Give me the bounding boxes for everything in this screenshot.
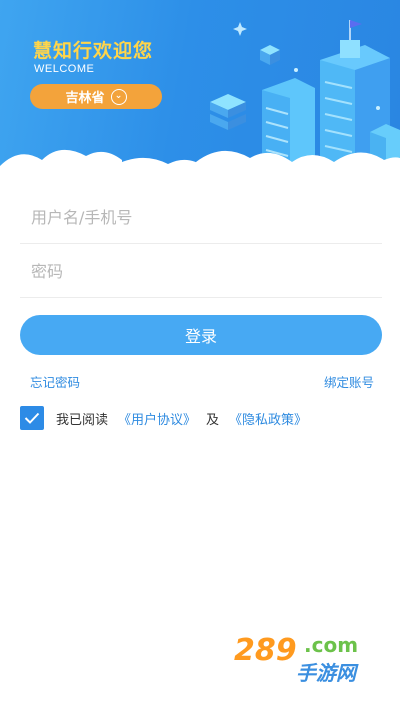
welcome-title: 慧知行欢迎您 bbox=[33, 40, 154, 62]
password-input[interactable] bbox=[29, 261, 382, 282]
login-button[interactable]: 登录 bbox=[20, 315, 382, 355]
watermark-number: 289 bbox=[234, 633, 297, 668]
chevron-down-icon: ⌄ bbox=[110, 88, 127, 105]
bind-account-link[interactable]: 绑定账号 bbox=[324, 372, 374, 391]
checkmark-icon bbox=[24, 412, 40, 424]
privacy-policy-link[interactable]: 《隐私政策》 bbox=[229, 409, 307, 428]
site-watermark-logo: 289 .com 手游网 bbox=[234, 633, 359, 685]
welcome-subtitle: WELCOME bbox=[34, 63, 95, 75]
province-selector[interactable]: 吉林省 ⌄ bbox=[30, 84, 162, 109]
password-row bbox=[20, 246, 382, 298]
agreement-and: 及 bbox=[206, 412, 220, 428]
watermark-text: 手游网 bbox=[296, 661, 359, 685]
watermark-domain: .com bbox=[304, 633, 358, 657]
agreement-prefix: 我已阅读 bbox=[56, 412, 109, 428]
cloud-divider bbox=[0, 150, 400, 180]
province-label: 吉林省 bbox=[65, 91, 105, 106]
username-row bbox=[20, 192, 382, 244]
header-banner: 慧知行欢迎您 WELCOME 吉林省 ⌄ bbox=[0, 0, 400, 180]
username-input[interactable] bbox=[29, 207, 382, 228]
forgot-password-link[interactable]: 忘记密码 bbox=[30, 372, 80, 391]
agreement-row: 我已阅读 《用户协议》 及 《隐私政策》 bbox=[20, 406, 317, 430]
agreement-checkbox[interactable] bbox=[20, 406, 44, 430]
user-agreement-link[interactable]: 《用户协议》 bbox=[118, 409, 196, 428]
